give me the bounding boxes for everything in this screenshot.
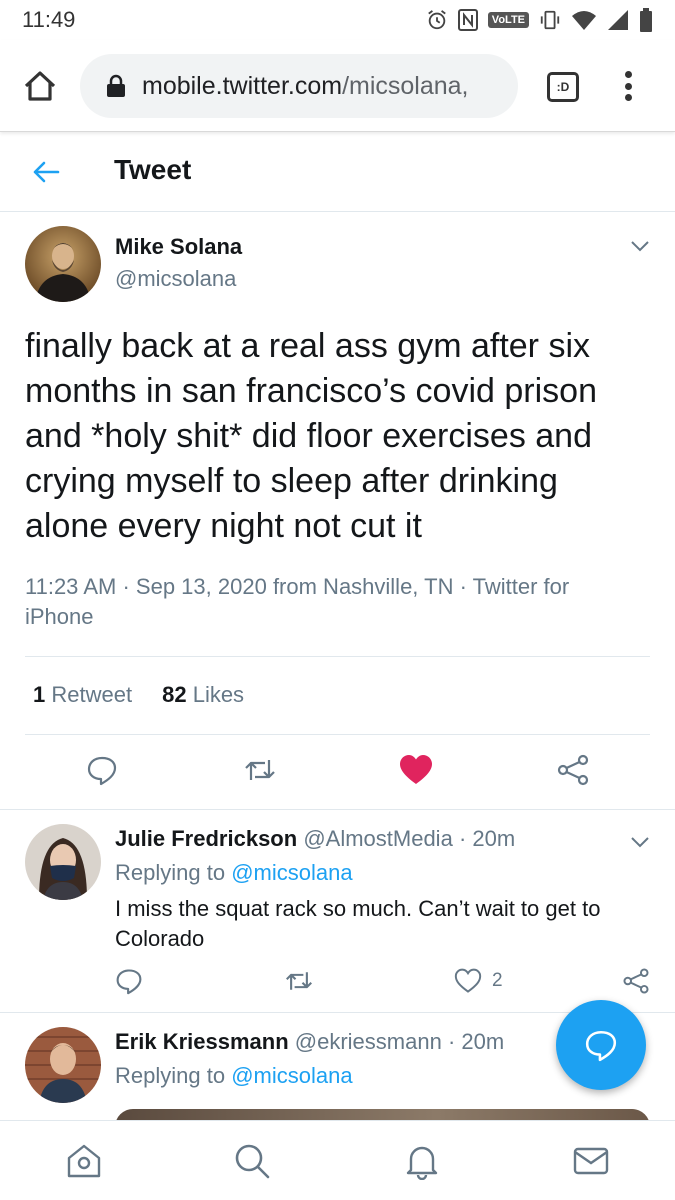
replying-to: Replying to @micsolana: [115, 1063, 353, 1089]
like-label: Likes: [192, 682, 245, 707]
chevron-down-icon[interactable]: [628, 234, 652, 258]
volte-icon: VoLTE: [487, 12, 529, 28]
reply-media-image[interactable]: [115, 1109, 650, 1120]
url-host: mobile.twitter.com: [142, 71, 343, 100]
share-button[interactable]: [622, 966, 650, 996]
meta-separator: ·: [459, 574, 467, 599]
nav-home[interactable]: [64, 1141, 104, 1181]
notifications-nav-icon: [406, 1146, 438, 1180]
reply-author-handle[interactable]: @AlmostMedia: [303, 826, 453, 851]
nav-messages[interactable]: [571, 1141, 611, 1181]
reply-time[interactable]: 20m: [461, 1029, 504, 1054]
alarm-icon: [427, 10, 446, 30]
avatar[interactable]: [25, 824, 101, 900]
share-icon: [623, 968, 649, 994]
reply-button[interactable]: [82, 750, 122, 790]
home-icon[interactable]: [22, 68, 58, 104]
reply-tweet[interactable]: Julie Fredrickson @AlmostMedia · 20m Rep…: [0, 810, 675, 1013]
avatar[interactable]: [25, 1027, 101, 1103]
chevron-down-icon[interactable]: [628, 830, 652, 854]
search-nav-icon: [235, 1144, 270, 1179]
address-bar[interactable]: mobile.twitter.com/micsolana,: [80, 54, 518, 118]
avatar[interactable]: [25, 226, 101, 302]
like-stat[interactable]: 82 Likes: [162, 682, 244, 708]
url-text: mobile.twitter.com/micsolana,: [142, 72, 469, 101]
author-name[interactable]: Mike Solana: [115, 234, 242, 260]
meta-separator: ·: [458, 826, 467, 851]
tweet-location[interactable]: from Nashville, TN: [273, 574, 454, 599]
bottom-navigation: [0, 1120, 675, 1200]
signal-icon: [608, 10, 628, 30]
tab-switcher-icon[interactable]: :D: [547, 72, 579, 102]
retweet-stat[interactable]: 1 Retweet: [33, 682, 132, 708]
reply-button[interactable]: [115, 966, 143, 996]
reply-author-name[interactable]: Julie Fredrickson: [115, 826, 297, 851]
clock: 11:49: [22, 7, 76, 32]
reply-header: Erik Kriessmann @ekriessmann · 20m: [115, 1029, 504, 1055]
nav-search[interactable]: [232, 1141, 272, 1181]
vibrate-icon: [540, 10, 560, 30]
battery-icon: [640, 8, 652, 32]
tweet-text: finally back at a real ass gym after six…: [25, 327, 597, 545]
retweet-label: Retweet: [51, 682, 133, 707]
mention-link[interactable]: @micsolana: [231, 1063, 352, 1088]
mention-link[interactable]: @micsolana: [231, 860, 352, 885]
tweet-date[interactable]: Sep 13, 2020: [136, 574, 267, 599]
replying-prefix: Replying to: [115, 860, 226, 885]
overflow-menu-icon[interactable]: [620, 68, 636, 104]
page-title: Tweet: [114, 154, 192, 185]
divider: [25, 656, 650, 657]
like-button[interactable]: [396, 750, 436, 790]
like-count: 82: [162, 682, 187, 707]
retweet-icon: [286, 972, 312, 990]
replying-prefix: Replying to: [115, 1063, 226, 1088]
retweet-count: 1: [33, 682, 46, 707]
reply-time[interactable]: 20m: [472, 826, 515, 851]
reply-icon: [87, 756, 117, 786]
meta-separator: ·: [447, 1029, 456, 1054]
like-count: 2: [492, 970, 503, 991]
page-header: Tweet: [0, 132, 675, 212]
retweet-button[interactable]: [284, 966, 314, 996]
compose-reply-icon: [585, 1030, 617, 1062]
wifi-icon: [572, 11, 596, 30]
reply-icon: [116, 969, 142, 995]
author-handle[interactable]: @micsolana: [115, 266, 236, 292]
replying-to: Replying to @micsolana: [115, 860, 353, 886]
tweet-time[interactable]: 11:23 AM: [25, 574, 116, 599]
meta-separator: ·: [122, 574, 130, 599]
share-icon: [557, 754, 589, 786]
main-tweet: Mike Solana @micsolana finally back at a…: [0, 212, 675, 810]
reply-author-name[interactable]: Erik Kriessmann: [115, 1029, 289, 1054]
nfc-icon: [457, 9, 478, 31]
url-path: /micsolana,: [342, 71, 469, 100]
back-arrow-icon[interactable]: [30, 156, 62, 188]
compose-reply-button[interactable]: [556, 1000, 646, 1090]
tweet-actions: [0, 750, 675, 794]
reply-author-handle[interactable]: @ekriessmann: [295, 1029, 442, 1054]
share-button[interactable]: [553, 750, 593, 790]
messages-nav-icon: [573, 1147, 609, 1175]
home-nav-icon: [67, 1144, 101, 1178]
heart-filled-icon: [400, 755, 432, 784]
status-bar: 11:49 VoLTE: [0, 0, 675, 40]
retweet-button[interactable]: [240, 750, 280, 790]
divider: [25, 734, 650, 735]
heart-icon: [454, 968, 482, 993]
retweet-icon: [245, 760, 275, 780]
browser-toolbar: mobile.twitter.com/micsolana, :D: [0, 40, 675, 132]
like-button[interactable]: 2: [454, 966, 503, 996]
reply-actions: 2: [0, 966, 675, 998]
lock-icon: [107, 74, 125, 97]
tweet-metadata: 11:23 AM · Sep 13, 2020 from Nashville, …: [25, 572, 635, 632]
nav-notifications[interactable]: [402, 1141, 442, 1181]
tweet-stats: 1 Retweet 82 Likes: [33, 682, 244, 708]
reply-text: I miss the squat rack so much. Can’t wai…: [115, 896, 601, 951]
status-icons: VoLTE: [426, 8, 653, 32]
reply-header: Julie Fredrickson @AlmostMedia · 20m: [115, 826, 515, 852]
